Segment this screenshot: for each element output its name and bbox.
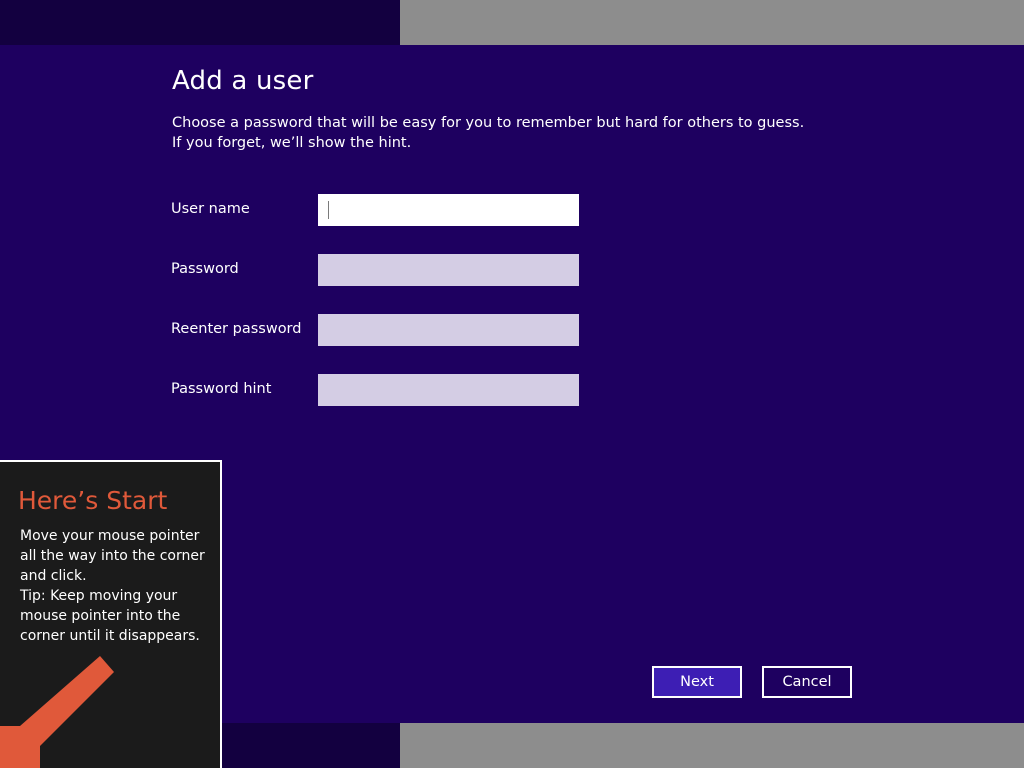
password-hint-label: Password hint xyxy=(171,381,272,397)
dialog-title: Add a user xyxy=(172,66,314,96)
text-caret xyxy=(328,201,329,219)
dialog-subtitle: Choose a password that will be easy for … xyxy=(172,115,805,151)
user-name-label: User name xyxy=(171,201,250,217)
password-label: Password xyxy=(171,261,239,277)
arrow-down-left-icon xyxy=(0,656,114,768)
top-band-gray xyxy=(400,0,1024,45)
reenter-password-label: Reenter password xyxy=(171,321,302,337)
bottom-band-gray xyxy=(400,723,1024,768)
cancel-button[interactable]: Cancel xyxy=(762,666,852,698)
top-band-dark xyxy=(0,0,400,45)
password-input[interactable] xyxy=(318,254,579,286)
tip-text-hint: Tip: Keep moving your mouse pointer into… xyxy=(20,588,200,644)
tip-text-instruction: Move your mouse pointer all the way into… xyxy=(20,528,205,584)
tip-title: Here’s Start xyxy=(18,486,168,515)
reenter-password-input[interactable] xyxy=(318,314,579,346)
start-tip-panel: Here’s Start Move your mouse pointer all… xyxy=(0,460,222,768)
tip-body: Move your mouse pointer all the way into… xyxy=(20,526,210,646)
password-hint-input[interactable] xyxy=(318,374,579,406)
next-button[interactable]: Next xyxy=(652,666,742,698)
user-name-input[interactable] xyxy=(318,194,579,226)
